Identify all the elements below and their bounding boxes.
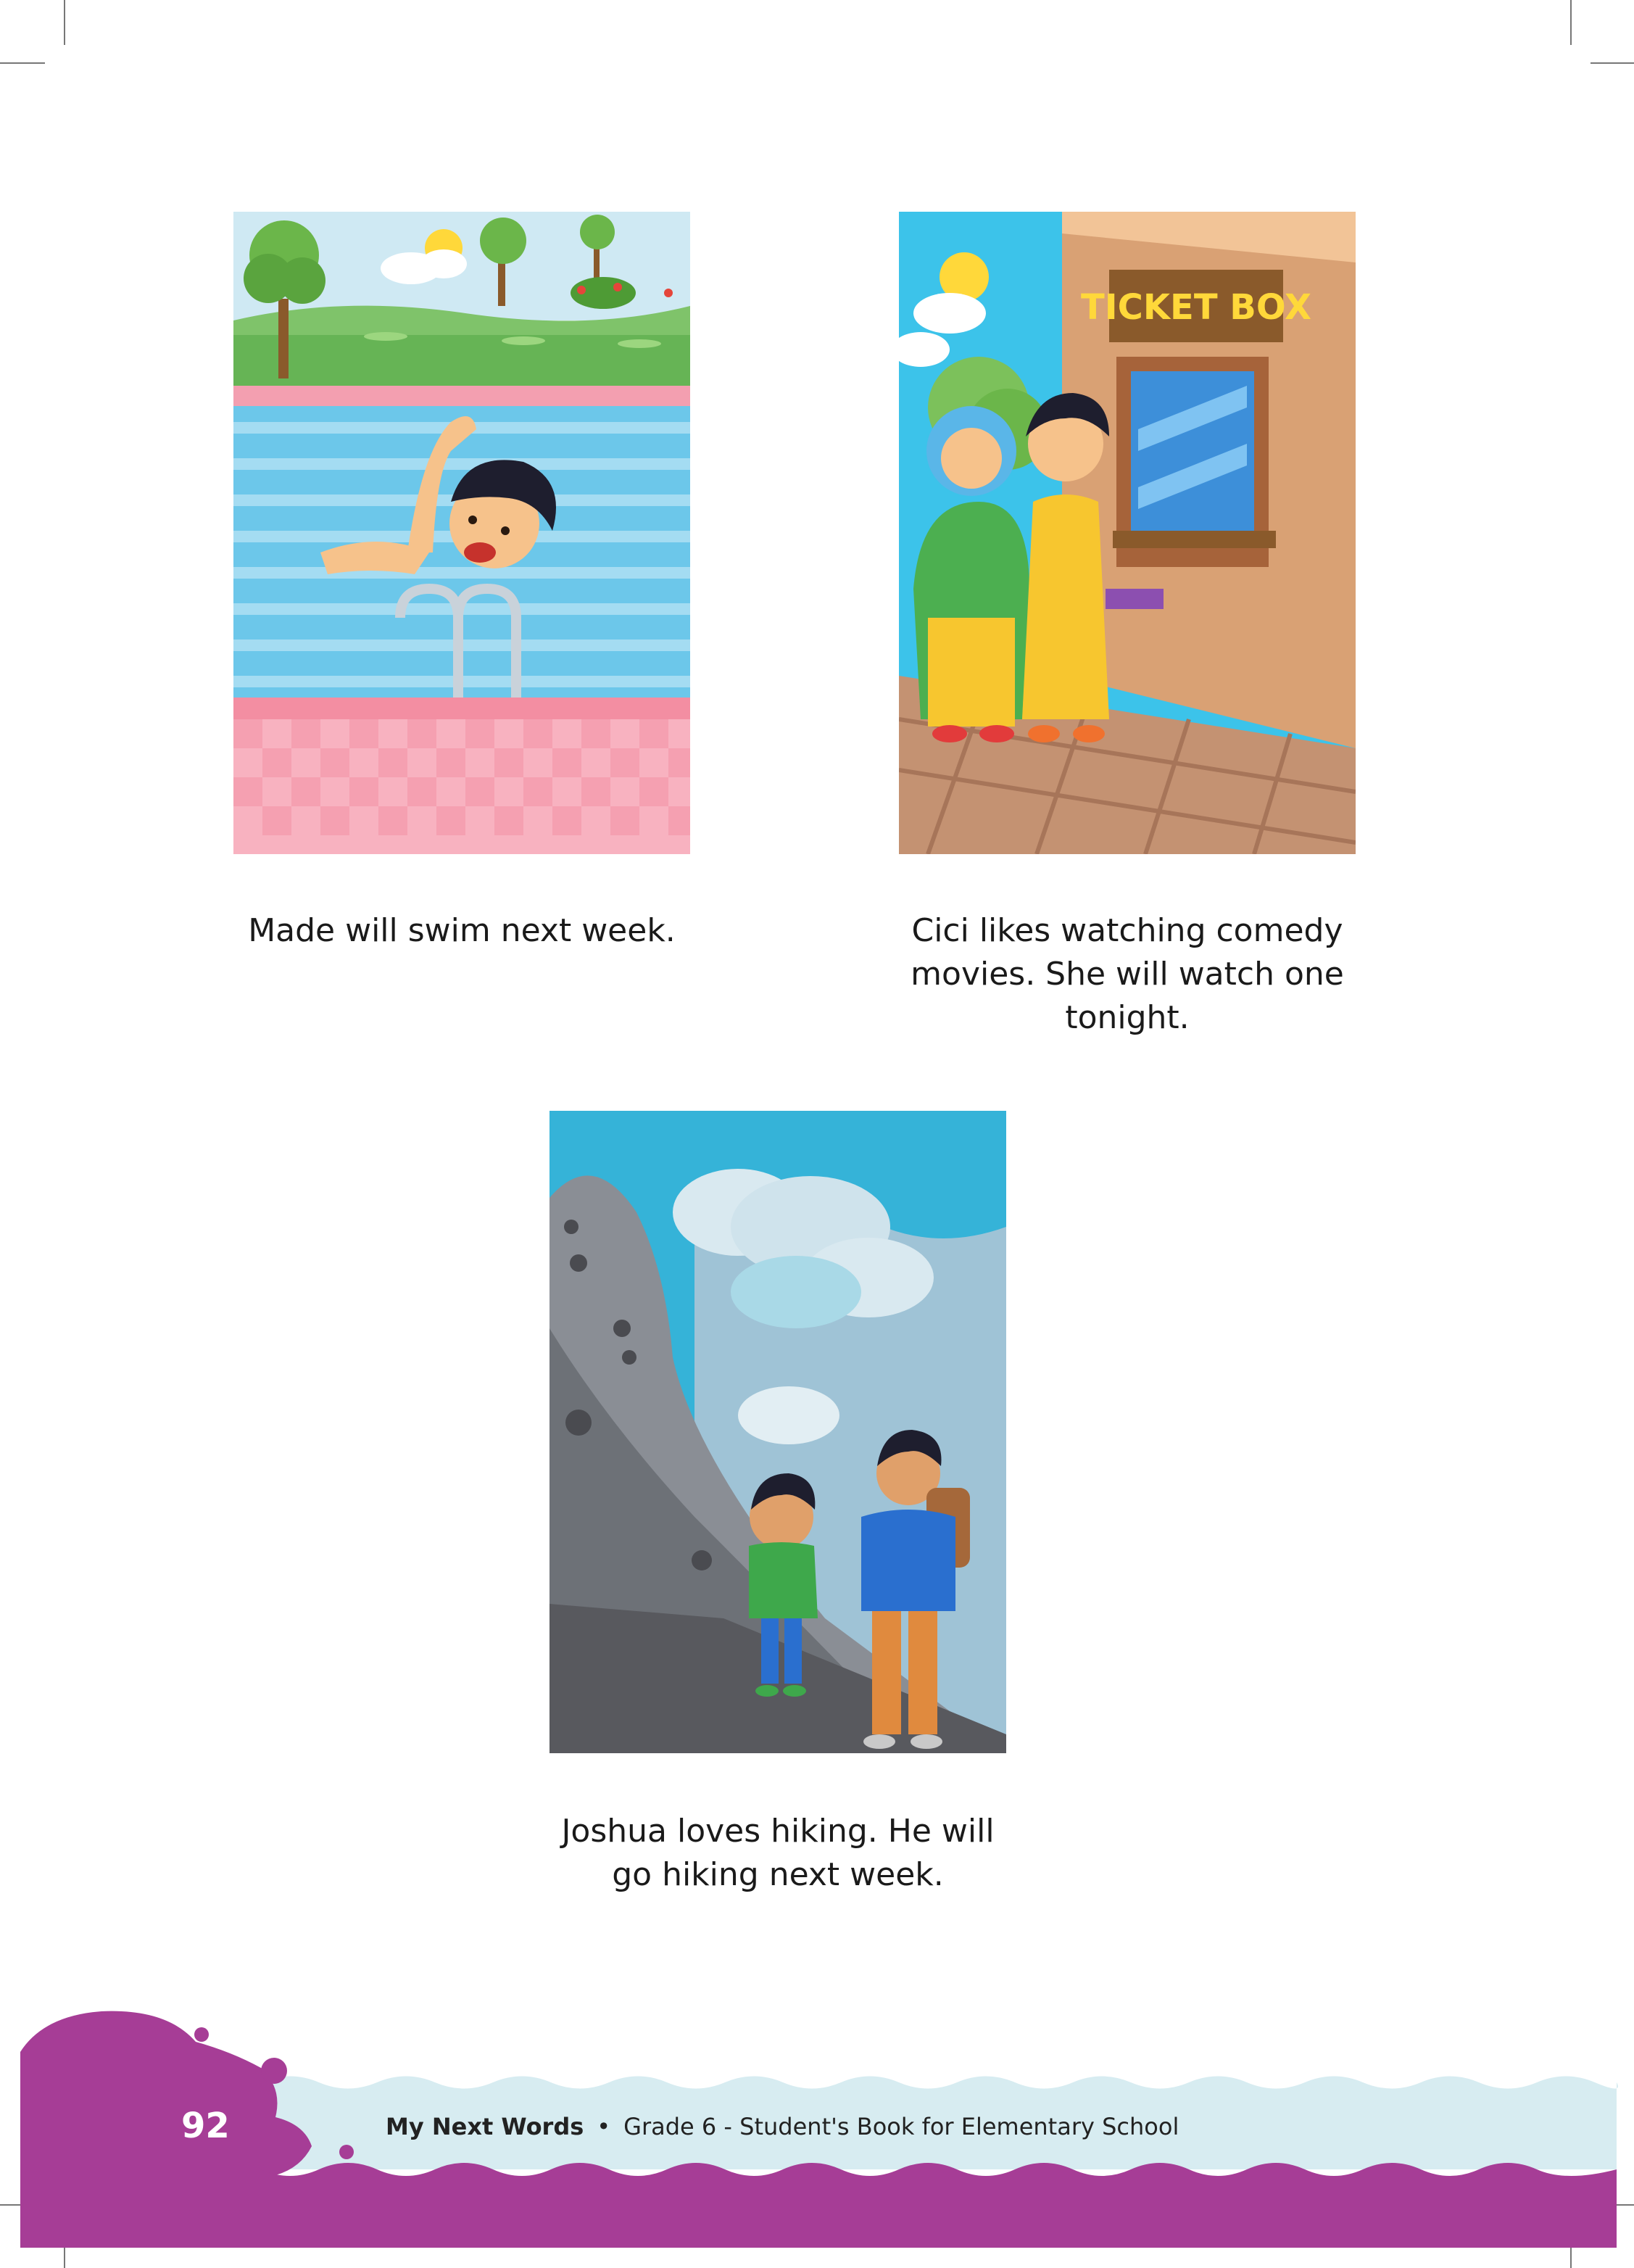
- caption-swim: Made will swim next week.: [217, 909, 706, 953]
- caption-line: tonight.: [1065, 999, 1190, 1036]
- crop-mark: [1591, 62, 1634, 64]
- crop-mark: [64, 0, 65, 45]
- ticket-box-illustration: TICKET BOX: [899, 212, 1356, 854]
- ticket-box-sign: TICKET BOX: [1081, 287, 1311, 328]
- book-title: My Next Words: [386, 2113, 584, 2140]
- caption-line: go hiking next week.: [612, 1856, 944, 1893]
- footer-book-info: My Next Words • Grade 6 - Student's Book f…: [386, 2113, 1179, 2140]
- caption-line: Made will swim next week.: [248, 912, 676, 949]
- book-subtitle: Grade 6 - Student's Book for Elementary …: [623, 2113, 1179, 2140]
- caption-movie: Cici likes watching comedy movies. She w…: [870, 909, 1385, 1040]
- caption-hike: Joshua loves hiking. He will go hiking n…: [522, 1810, 1034, 1897]
- caption-line: Cici likes watching comedy: [911, 912, 1343, 949]
- crop-mark: [1570, 0, 1572, 45]
- caption-line: Joshua loves hiking. He will: [561, 1813, 995, 1850]
- footer-separator: •: [597, 2113, 611, 2140]
- page-number: 92: [181, 2106, 230, 2146]
- caption-line: movies. She will watch one: [911, 956, 1344, 993]
- hiking-illustration: [549, 1111, 1006, 1753]
- swimming-illustration: [233, 212, 690, 854]
- crop-mark: [0, 62, 45, 64]
